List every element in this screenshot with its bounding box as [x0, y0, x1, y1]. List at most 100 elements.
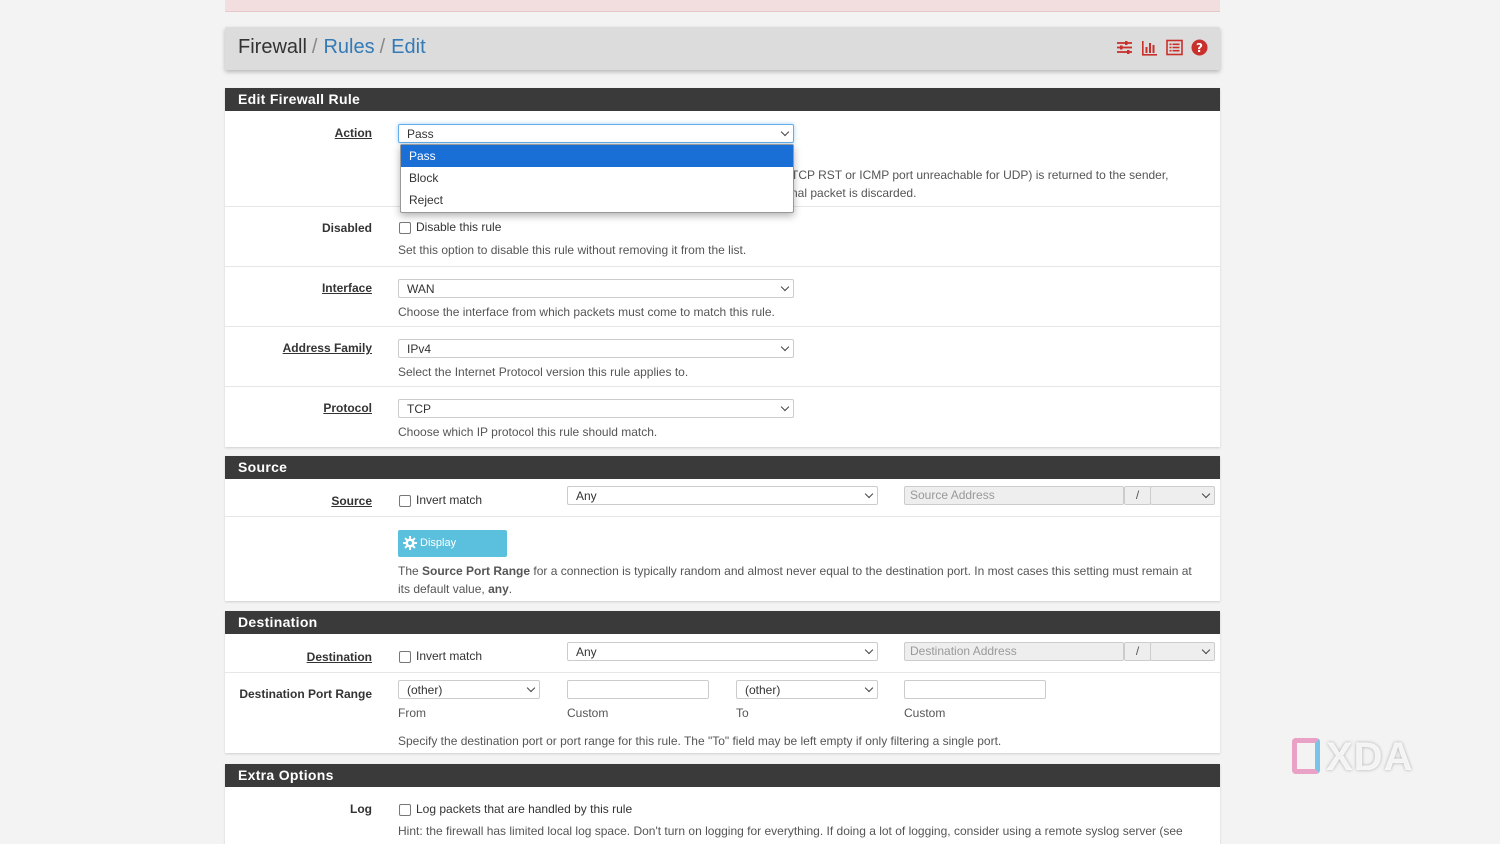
chevron-down-icon: [864, 683, 874, 693]
help-text: its default value,: [398, 582, 489, 596]
address-family-label[interactable]: Address Family: [283, 341, 372, 355]
chevron-down-icon: [1201, 645, 1211, 655]
destination-port-range-label: Destination Port Range: [239, 687, 372, 701]
breadcrumb-rules-link[interactable]: Rules: [323, 36, 374, 58]
destination-type-select[interactable]: Any: [567, 642, 878, 661]
destination-address-input[interactable]: Destination Address: [904, 642, 1124, 661]
log-row: Log Log packets that are handled by this…: [225, 787, 1220, 844]
destination-port-from-select[interactable]: (other): [398, 680, 540, 699]
interface-select[interactable]: WAN: [398, 279, 794, 298]
list-icon[interactable]: [1166, 39, 1183, 56]
port-to-value: (other): [745, 683, 781, 697]
log-help: Hint: the firewall has limited local log…: [398, 824, 1183, 838]
panel-title: Destination: [225, 611, 1220, 634]
source-row: Source Invert match Any Source Address /: [225, 479, 1220, 517]
protocol-row: Protocol TCP Choose which IP protocol th…: [225, 387, 1220, 447]
bar-chart-icon[interactable]: [1141, 39, 1158, 56]
source-label[interactable]: Source: [331, 494, 372, 508]
chevron-down-icon: [780, 402, 790, 412]
destination-invert-checkbox[interactable]: [399, 651, 411, 663]
xda-watermark-text: XDA: [1326, 735, 1414, 779]
action-select-value: Pass: [407, 127, 434, 141]
breadcrumb-firewall: Firewall: [238, 36, 307, 58]
destination-row: Destination Invert match Any Destination…: [225, 634, 1220, 673]
chevron-down-icon: [1201, 489, 1211, 499]
chevron-down-icon: [780, 282, 790, 292]
breadcrumb-separator: /: [379, 36, 386, 58]
extra-options-panel: Extra Options Log Log packets that are h…: [225, 764, 1220, 844]
edit-rule-panel: Edit Firewall Rule Action Pass TCP RST o…: [225, 88, 1220, 447]
custom-caption: Custom: [904, 706, 946, 720]
source-panel: Source Source Invert match Any Source Ad…: [225, 456, 1220, 601]
disabled-row: Disabled Disable this rule Set this opti…: [225, 207, 1220, 267]
destination-port-to-select[interactable]: (other): [736, 680, 878, 699]
source-port-help-2: its default value, any.: [398, 582, 512, 596]
panel-title: Source: [225, 456, 1220, 479]
log-checkbox-label[interactable]: Log packets that are handled by this rul…: [416, 802, 632, 816]
help-bold: Source Port Range: [422, 564, 531, 578]
destination-invert-label[interactable]: Invert match: [416, 649, 482, 663]
breadcrumb-toolbar: ?: [1116, 39, 1208, 56]
address-family-select-value: IPv4: [407, 342, 432, 356]
interface-help: Choose the interface from which packets …: [398, 305, 775, 319]
disable-rule-checkbox[interactable]: [399, 222, 411, 234]
destination-mask-slash: /: [1124, 642, 1151, 661]
destination-panel: Destination Destination Invert match Any…: [225, 611, 1220, 753]
help-bold: any: [488, 582, 509, 596]
destination-port-from-custom-input[interactable]: [567, 680, 709, 699]
destination-type-value: Any: [576, 645, 597, 659]
protocol-select[interactable]: TCP: [398, 399, 794, 418]
svg-text:?: ?: [1196, 41, 1203, 55]
interface-row: Interface WAN Choose the interface from …: [225, 267, 1220, 327]
disabled-label: Disabled: [321, 221, 372, 235]
chevron-down-icon: [780, 127, 790, 137]
action-option-block[interactable]: Block: [401, 167, 793, 189]
action-label[interactable]: Action: [335, 126, 372, 140]
source-address-input[interactable]: Source Address: [904, 486, 1124, 505]
breadcrumb: Firewall / Rules / Edit ?: [225, 27, 1220, 70]
help-text: .: [508, 582, 513, 596]
sliders-icon[interactable]: [1116, 39, 1133, 56]
address-family-select[interactable]: IPv4: [398, 339, 794, 358]
address-family-row: Address Family IPv4 Select the Internet …: [225, 327, 1220, 387]
source-invert-label[interactable]: Invert match: [416, 493, 482, 507]
source-type-select[interactable]: Any: [567, 486, 878, 505]
display-advanced-button[interactable]: Display Advanced: [398, 530, 507, 576]
breadcrumb-trail: Firewall / Rules / Edit: [238, 36, 426, 59]
panel-title: Extra Options: [225, 764, 1220, 787]
destination-port-help: Specify the destination port or port ran…: [398, 734, 1002, 748]
source-mask-slash: /: [1124, 486, 1151, 505]
gear-icon: [403, 536, 417, 550]
action-option-pass[interactable]: Pass: [401, 145, 793, 167]
source-advanced-row: Display Advanced The Source Port Range f…: [225, 517, 1220, 601]
chevron-down-icon: [780, 342, 790, 352]
disable-rule-checkbox-label[interactable]: Disable this rule: [416, 220, 501, 234]
action-help-2: nal packet is discarded.: [791, 186, 917, 200]
action-help-1: TCP RST or ICMP port unreachable for UDP…: [791, 168, 1169, 182]
address-family-help: Select the Internet Protocol version thi…: [398, 365, 689, 379]
destination-mask-select[interactable]: [1150, 642, 1215, 661]
action-select[interactable]: Pass: [398, 124, 794, 143]
destination-port-range-row: Destination Port Range (other) (other) F…: [225, 673, 1220, 753]
log-checkbox[interactable]: [399, 804, 411, 816]
breadcrumb-edit-link[interactable]: Edit: [391, 36, 425, 58]
custom-caption: Custom: [567, 706, 609, 720]
help-icon[interactable]: ?: [1191, 39, 1208, 56]
destination-label[interactable]: Destination: [307, 650, 372, 664]
alert-strip: [225, 0, 1220, 12]
interface-label[interactable]: Interface: [322, 281, 372, 295]
port-from-value: (other): [407, 683, 443, 697]
source-port-help-1: The Source Port Range for a connection i…: [398, 564, 1192, 578]
source-mask-select[interactable]: [1150, 486, 1215, 505]
action-option-reject[interactable]: Reject: [401, 189, 793, 211]
chevron-down-icon: [864, 645, 874, 655]
source-invert-checkbox[interactable]: [399, 495, 411, 507]
destination-port-to-custom-input[interactable]: [904, 680, 1046, 699]
protocol-label[interactable]: Protocol: [323, 401, 372, 415]
help-text: for a connection is typically random and…: [530, 564, 1192, 578]
from-caption: From: [398, 706, 426, 720]
action-dropdown-list: Pass Block Reject: [400, 144, 794, 213]
to-caption: To: [736, 706, 749, 720]
disabled-help: Set this option to disable this rule wit…: [398, 243, 747, 257]
protocol-select-value: TCP: [407, 402, 431, 416]
